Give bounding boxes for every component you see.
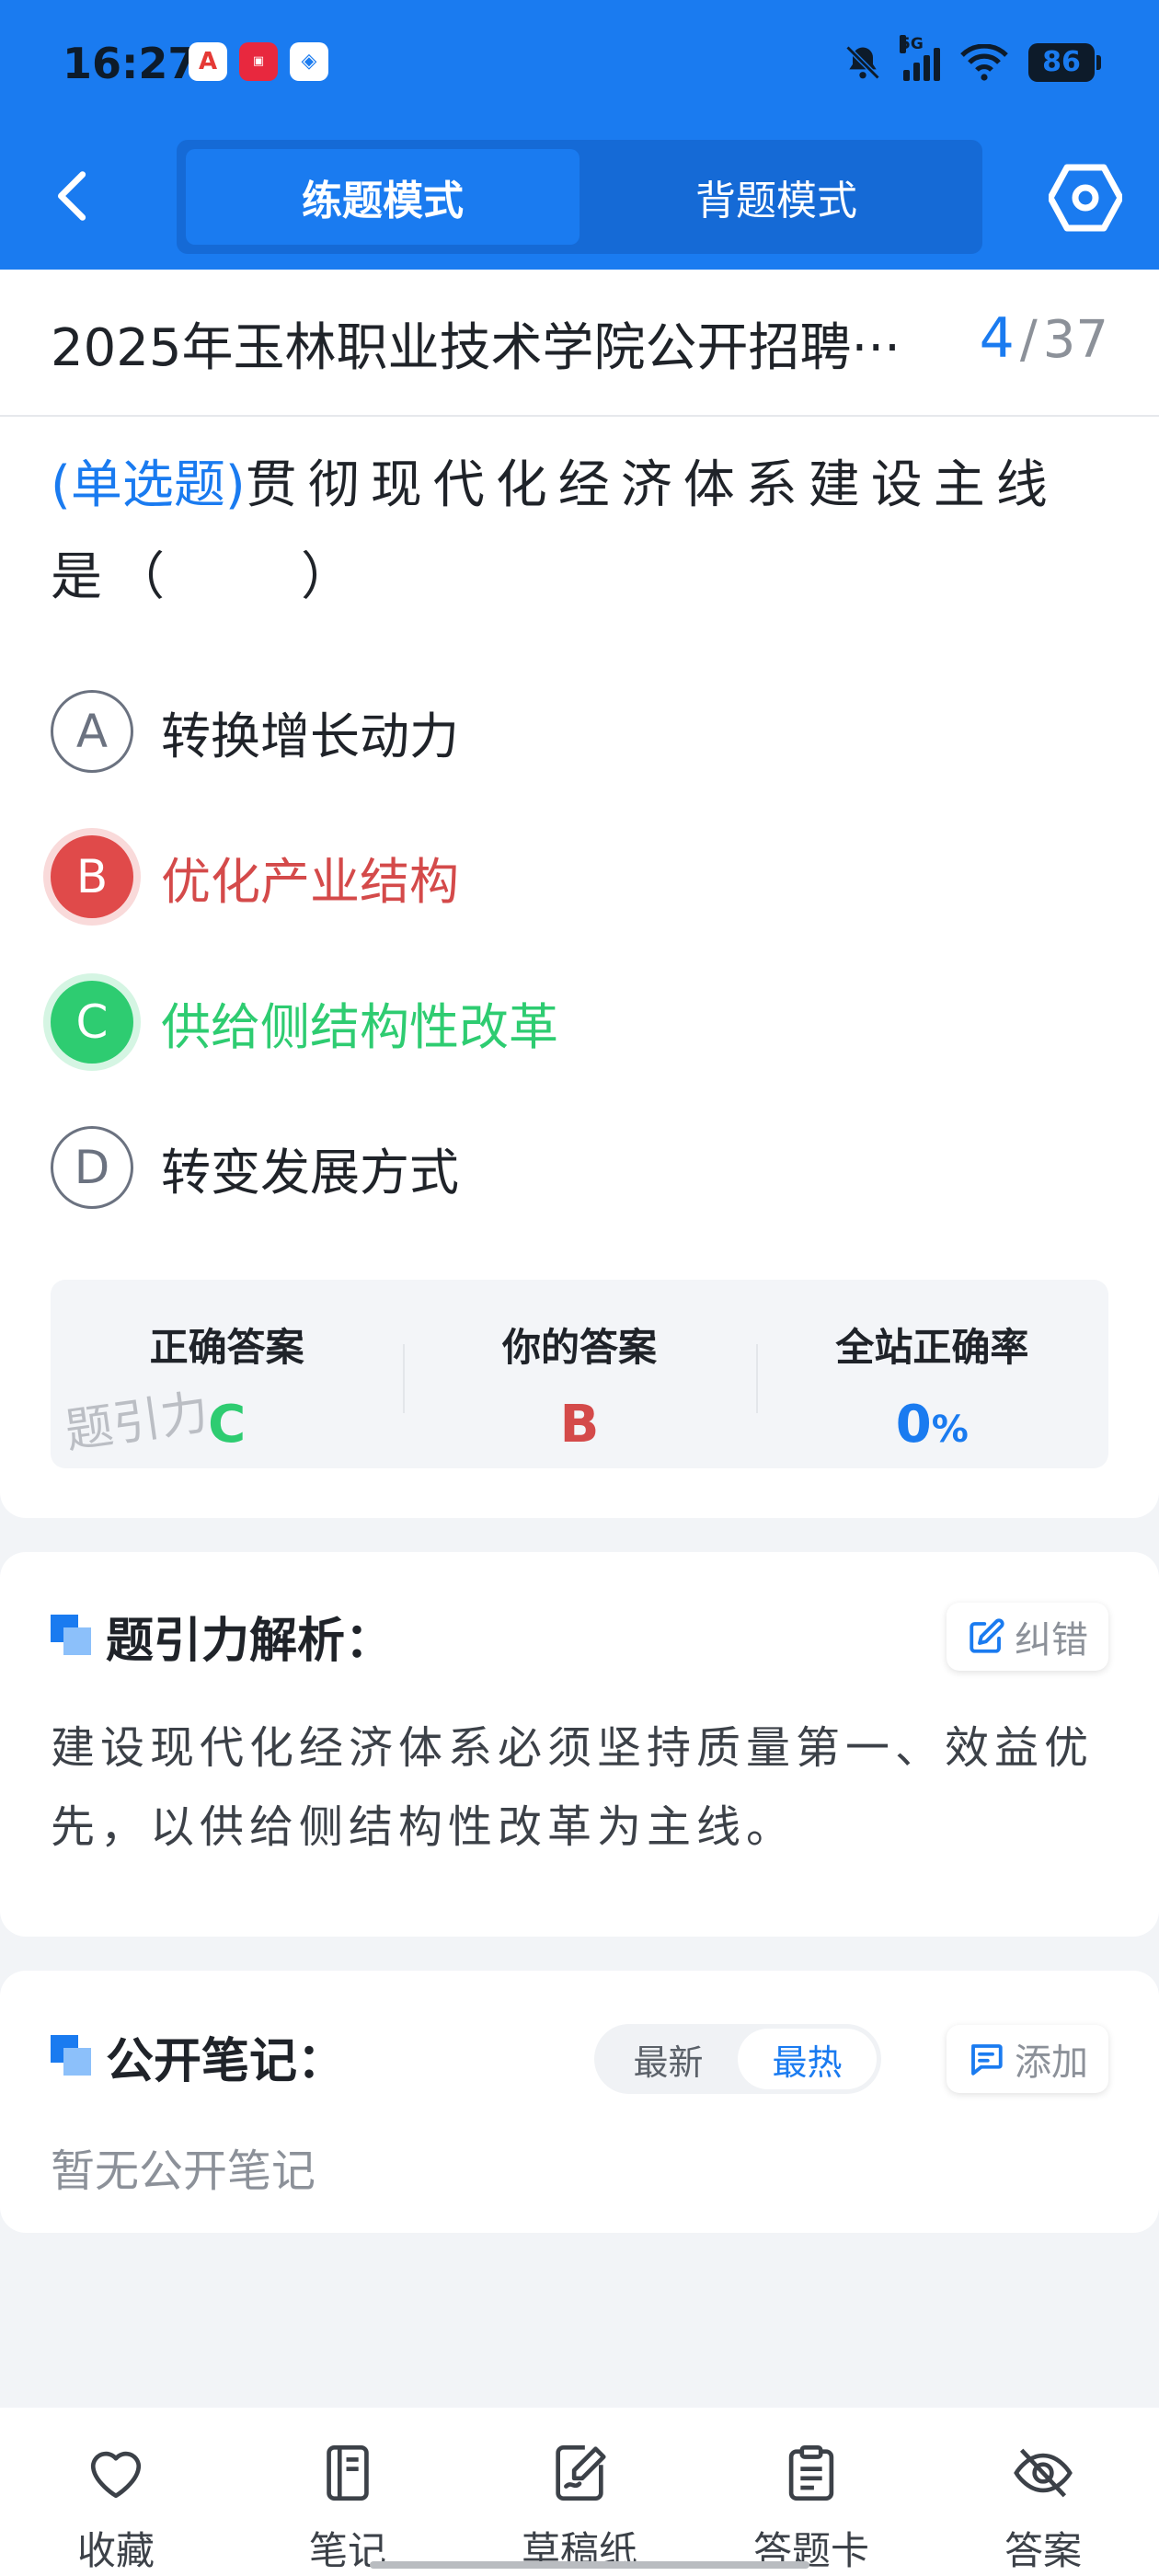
option-letter: B	[51, 835, 133, 918]
analysis-text: 建设现代化经济体系必须坚持质量第一、效益优先，以供给侧结构性改革为主线。	[51, 1722, 1095, 1853]
app-a-icon: A	[189, 42, 227, 81]
nav-label: 收藏	[76, 2528, 155, 2573]
xiaohongshu-icon: ▣	[239, 42, 278, 81]
your-answer-value: B	[559, 1395, 600, 1455]
analysis-title: 题引力解析：	[106, 1614, 394, 1669]
accuracy-rate-unit: %	[931, 1409, 969, 1451]
home-indicator[interactable]	[370, 2561, 809, 2569]
sort-tab-hottest[interactable]: 最热	[738, 2029, 877, 2089]
eye-off-icon	[1014, 2448, 1073, 2498]
nav-answer[interactable]: 答案	[927, 2408, 1159, 2576]
status-time: 16:27	[63, 39, 198, 88]
option-text: 转变发展方式	[161, 1143, 459, 1202]
option-letter: D	[51, 1126, 133, 1209]
exam-title-row: 2025年玉林职业技术学院公开招聘··· 4/37	[0, 270, 1159, 417]
accuracy-rate-number: 0	[895, 1395, 932, 1455]
question-type-label: (单选题)	[51, 455, 246, 515]
option-letter: A	[51, 690, 133, 773]
option-text: 供给侧结构性改革	[161, 997, 558, 1056]
section-square-icon	[51, 2035, 91, 2076]
option-a[interactable]: A 转换增长动力	[51, 690, 1108, 773]
current-question-number: 4	[979, 306, 1015, 371]
accuracy-rate-column: 全站正确率 0%	[755, 1280, 1108, 1468]
option-b[interactable]: B 优化产业结构	[51, 835, 1108, 918]
mode-toggle: 练题模式 背题模式	[177, 140, 982, 254]
total-question-count: 37	[1042, 310, 1108, 370]
nav-notes[interactable]: 笔记	[232, 2408, 464, 2576]
option-c[interactable]: C 供给侧结构性改革	[51, 981, 1108, 1064]
draft-paper-icon	[556, 2444, 606, 2501]
nav-label: 答案	[1004, 2528, 1082, 2573]
network-type: 5G	[900, 35, 924, 53]
cell-signal-icon: 5G	[900, 35, 940, 81]
public-notes-card: 公开笔记： 最新 最热 添加 暂无公开笔记	[0, 1971, 1159, 2233]
add-note-label: 添加	[1015, 2041, 1088, 2084]
answer-summary-panel: 题引力 正确答案 C 你的答案 B 全站正确率 0%	[51, 1280, 1108, 1468]
question-card: 2025年玉林职业技术学院公开招聘··· 4/37 (单选题)贯彻现代化经济体系…	[0, 270, 1159, 1518]
wifi-icon	[960, 44, 1008, 81]
exam-title: 2025年玉林职业技术学院公开招聘···	[51, 318, 901, 378]
option-text: 转换增长动力	[161, 707, 459, 765]
app-header: 16:27 A ▣ ◈ 5G 86 练题模式 背题模式	[0, 0, 1159, 270]
section-square-icon	[51, 1615, 91, 1655]
answer-sheet-icon	[788, 2444, 834, 2501]
heart-icon	[90, 2451, 142, 2499]
question-progress[interactable]: 4/37	[980, 306, 1108, 371]
your-answer-label: 你的答案	[501, 1325, 657, 1370]
tab-practice-mode[interactable]: 练题模式	[186, 149, 580, 245]
back-arrow-icon[interactable]	[46, 164, 101, 228]
battery-icon: 86	[1028, 43, 1101, 82]
status-indicators: 5G 86	[843, 35, 1101, 88]
correct-answer-column: 正确答案 C	[51, 1280, 403, 1468]
bottom-toolbar: 收藏 笔记 草稿纸 答题卡 答案	[0, 2408, 1159, 2576]
public-notes-title: 公开笔记：	[106, 2034, 346, 2089]
note-add-icon	[971, 2044, 1003, 2076]
correct-answer-label: 正确答案	[149, 1325, 304, 1370]
empty-notes-text: 暂无公开笔记	[51, 2145, 316, 2197]
bell-off-icon	[845, 45, 880, 80]
sort-tab-newest[interactable]: 最新	[599, 2029, 738, 2089]
option-text: 优化产业结构	[161, 852, 459, 911]
nav-answer-sheet[interactable]: 答题卡	[695, 2408, 927, 2576]
nav-draft-paper[interactable]: 草稿纸	[464, 2408, 695, 2576]
correct-answer-value: C	[208, 1395, 247, 1455]
edit-icon	[970, 1618, 1004, 1653]
settings-icon[interactable]	[1049, 164, 1122, 232]
your-answer-column: 你的答案 B	[403, 1280, 755, 1468]
tab-memorize-mode[interactable]: 背题模式	[580, 149, 973, 245]
accuracy-rate-label: 全站正确率	[835, 1325, 1029, 1370]
progress-separator: /	[1019, 310, 1038, 370]
report-error-button[interactable]: 纠错	[947, 1603, 1108, 1671]
notes-sort-toggle: 最新 最热	[594, 2024, 881, 2094]
nav-favorite[interactable]: 收藏	[0, 2408, 232, 2576]
option-d[interactable]: D 转变发展方式	[51, 1126, 1108, 1209]
option-letter: C	[51, 981, 133, 1064]
question-stem: (单选题)贯彻现代化经济体系建设主线是（ ）	[51, 440, 1108, 624]
accuracy-rate-value: 0%	[756, 1395, 1108, 1455]
notebook-icon	[327, 2444, 369, 2501]
shield-app-icon: ◈	[290, 42, 328, 81]
report-error-label: 纠错	[1015, 1619, 1088, 1662]
analysis-card: 题引力解析： 纠错 建设现代化经济体系必须坚持质量第一、效益优先，以供给侧结构性…	[0, 1552, 1159, 1937]
add-note-button[interactable]: 添加	[947, 2025, 1108, 2093]
